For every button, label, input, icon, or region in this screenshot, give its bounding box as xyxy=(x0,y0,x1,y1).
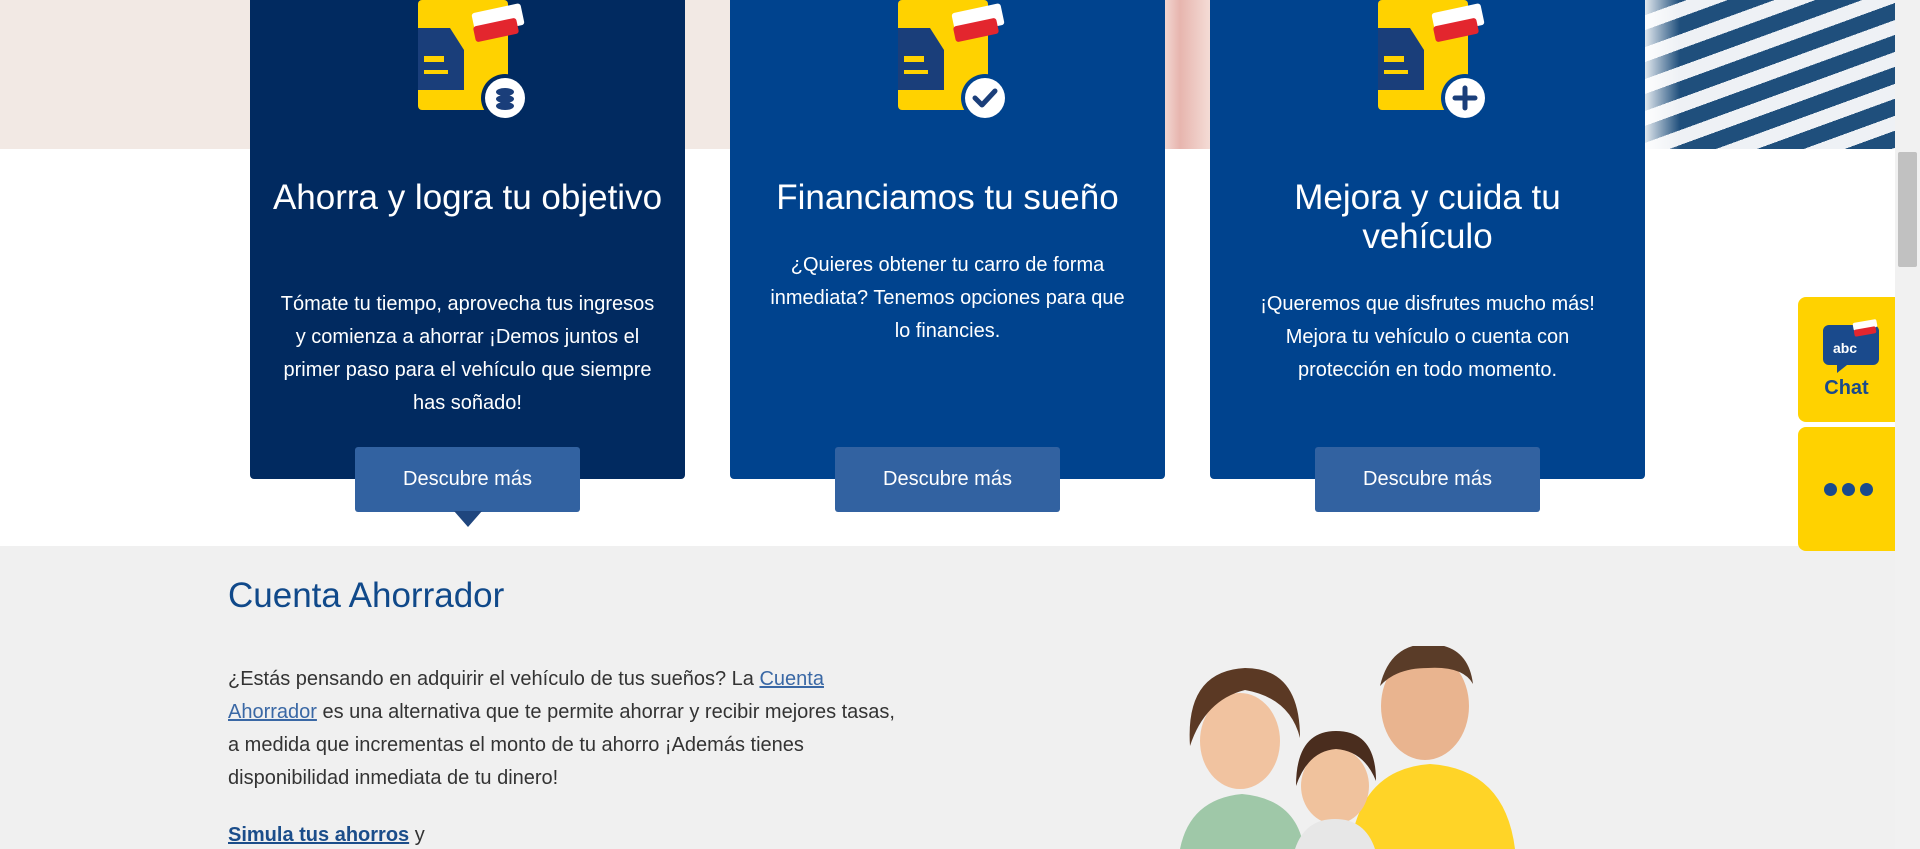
card-description: ¡Queremos que disfrutes mucho más! Mejor… xyxy=(1260,293,1595,381)
car-savings-coins-icon xyxy=(418,0,528,122)
card-description: ¿Quieres obtener tu carro de forma inmed… xyxy=(770,254,1125,342)
section-intro-continued: es una alternativa que te permite ahorra… xyxy=(228,701,895,789)
card-mejora: Mejora y cuida tu vehículo ¡Queremos que… xyxy=(1210,0,1645,479)
cuenta-ahorrador-section: Cuenta Ahorrador ¿Estás pensando en adqu… xyxy=(0,546,1895,849)
chat-logo-text: abc xyxy=(1833,340,1857,356)
card-description: Tómate tu tiempo, aprovecha tus ingresos… xyxy=(280,293,655,414)
section-description: ¿Estás pensando en adquirir el vehículo … xyxy=(228,663,908,795)
cta-trailing-text: y xyxy=(409,824,425,846)
scrollbar-track[interactable] xyxy=(1895,0,1920,849)
section-intro-text: ¿Estás pensando en adquirir el vehículo … xyxy=(228,668,760,690)
scrollbar-thumb[interactable] xyxy=(1898,152,1917,267)
descubre-mas-button-ahorra[interactable]: Descubre más xyxy=(355,447,580,512)
family-photo xyxy=(1180,646,1515,849)
descubre-mas-button-mejora[interactable]: Descubre más xyxy=(1315,447,1540,512)
active-tab-arrow xyxy=(454,511,482,527)
card-title: Financiamos tu sueño xyxy=(776,178,1119,217)
simula-tus-ahorros-link[interactable]: Simula tus ahorros xyxy=(228,824,409,846)
chat-label: Chat xyxy=(1824,377,1869,399)
car-financing-check-icon xyxy=(898,0,1008,122)
descubre-mas-button-financiamos[interactable]: Descubre más xyxy=(835,447,1060,512)
chat-widget-button[interactable]: abc Chat xyxy=(1798,297,1895,422)
hero-photo-fragment xyxy=(1160,0,1210,149)
more-dots-icon xyxy=(1824,483,1878,501)
section-title: Cuenta Ahorrador xyxy=(228,576,505,615)
car-protection-plus-icon xyxy=(1378,0,1488,122)
card-financiamos: Financiamos tu sueño ¿Quieres obtener tu… xyxy=(730,0,1165,479)
card-ahorra: Ahorra y logra tu objetivo Tómate tu tie… xyxy=(250,0,685,479)
chat-bubble-logo-icon: abc xyxy=(1823,319,1879,373)
hero-photo-person xyxy=(1640,0,1895,149)
simulate-savings-line: Simula tus ahorros y xyxy=(228,824,425,847)
card-title: Ahorra y logra tu objetivo xyxy=(272,178,663,217)
card-title: Mejora y cuida tu vehículo xyxy=(1294,178,1561,256)
more-options-button[interactable] xyxy=(1798,427,1895,551)
